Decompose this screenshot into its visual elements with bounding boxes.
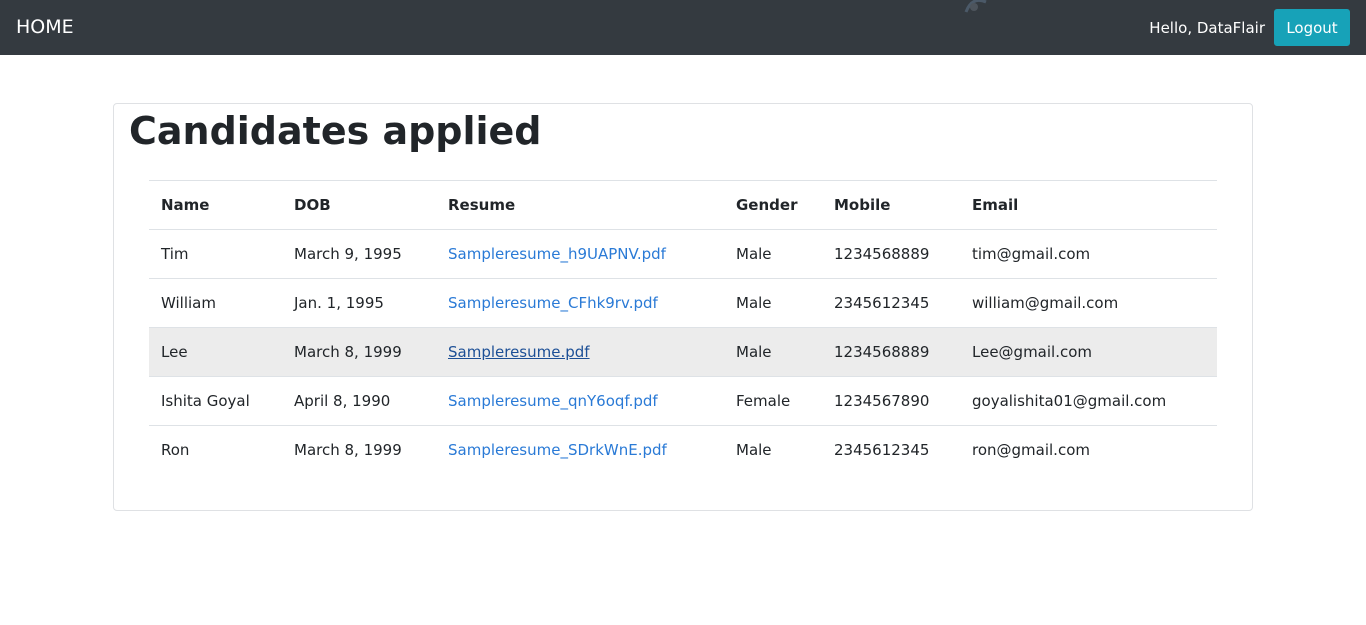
- cell-name: Tim: [149, 229, 282, 279]
- cell-email: goyalishita01@gmail.com: [960, 376, 1217, 426]
- candidates-table: Name DOB Resume Gender Mobile Email Tim …: [149, 180, 1217, 474]
- column-header-name: Name: [149, 180, 282, 230]
- home-link[interactable]: HOME: [16, 15, 74, 40]
- logout-button[interactable]: Logout: [1274, 9, 1350, 46]
- cell-resume: Sampleresume_h9UAPNV.pdf: [436, 229, 724, 279]
- column-header-gender: Gender: [724, 180, 822, 230]
- resume-link[interactable]: Sampleresume_SDrkWnE.pdf: [448, 441, 667, 459]
- resume-link[interactable]: Sampleresume_CFhk9rv.pdf: [448, 294, 658, 312]
- cell-dob: April 8, 1990: [282, 376, 436, 426]
- user-greeting: Hello, DataFlair: [1149, 19, 1265, 37]
- cell-gender: Male: [724, 425, 822, 474]
- cell-resume: Sampleresume.pdf: [436, 327, 724, 377]
- cell-dob: March 9, 1995: [282, 229, 436, 279]
- cell-gender: Female: [724, 376, 822, 426]
- cell-mobile: 2345612345: [822, 278, 960, 328]
- cell-mobile: 1234568889: [822, 327, 960, 377]
- table-row: Ron March 8, 1999 Sampleresume_SDrkWnE.p…: [149, 425, 1217, 474]
- resume-link[interactable]: Sampleresume_qnY6oqf.pdf: [448, 392, 658, 410]
- cell-name: William: [149, 278, 282, 328]
- table-row: Ishita Goyal April 8, 1990 Sampleresume_…: [149, 376, 1217, 426]
- cell-mobile: 2345612345: [822, 425, 960, 474]
- cell-gender: Male: [724, 278, 822, 328]
- cell-email: tim@gmail.com: [960, 229, 1217, 279]
- cell-dob: Jan. 1, 1995: [282, 278, 436, 328]
- column-header-mobile: Mobile: [822, 180, 960, 230]
- cell-email: Lee@gmail.com: [960, 327, 1217, 377]
- cell-email: ron@gmail.com: [960, 425, 1217, 474]
- top-navbar: HOME Hello, DataFlair Logout: [0, 0, 1366, 55]
- cell-dob: March 8, 1999: [282, 425, 436, 474]
- resume-link[interactable]: Sampleresume.pdf: [448, 343, 590, 361]
- table-row: William Jan. 1, 1995 Sampleresume_CFhk9r…: [149, 278, 1217, 328]
- column-header-email: Email: [960, 180, 1217, 230]
- resume-link[interactable]: Sampleresume_h9UAPNV.pdf: [448, 245, 666, 263]
- column-header-dob: DOB: [282, 180, 436, 230]
- table-header-row: Name DOB Resume Gender Mobile Email: [149, 180, 1217, 230]
- cell-name: Lee: [149, 327, 282, 377]
- candidates-card: Candidates applied Name DOB Resume Gende…: [113, 103, 1253, 511]
- cell-mobile: 1234567890: [822, 376, 960, 426]
- column-header-resume: Resume: [436, 180, 724, 230]
- table-row: Tim March 9, 1995 Sampleresume_h9UAPNV.p…: [149, 229, 1217, 279]
- cell-mobile: 1234568889: [822, 229, 960, 279]
- cell-email: william@gmail.com: [960, 278, 1217, 328]
- table-row: Lee March 8, 1999 Sampleresume.pdf Male …: [149, 327, 1217, 377]
- cell-name: Ron: [149, 425, 282, 474]
- cell-resume: Sampleresume_SDrkWnE.pdf: [436, 425, 724, 474]
- cell-resume: Sampleresume_CFhk9rv.pdf: [436, 278, 724, 328]
- page-title: Candidates applied: [129, 109, 542, 153]
- cell-gender: Male: [724, 229, 822, 279]
- cell-name: Ishita Goyal: [149, 376, 282, 426]
- cell-resume: Sampleresume_qnY6oqf.pdf: [436, 376, 724, 426]
- cell-gender: Male: [724, 327, 822, 377]
- watermark-logo: [962, 0, 1042, 18]
- cell-dob: March 8, 1999: [282, 327, 436, 377]
